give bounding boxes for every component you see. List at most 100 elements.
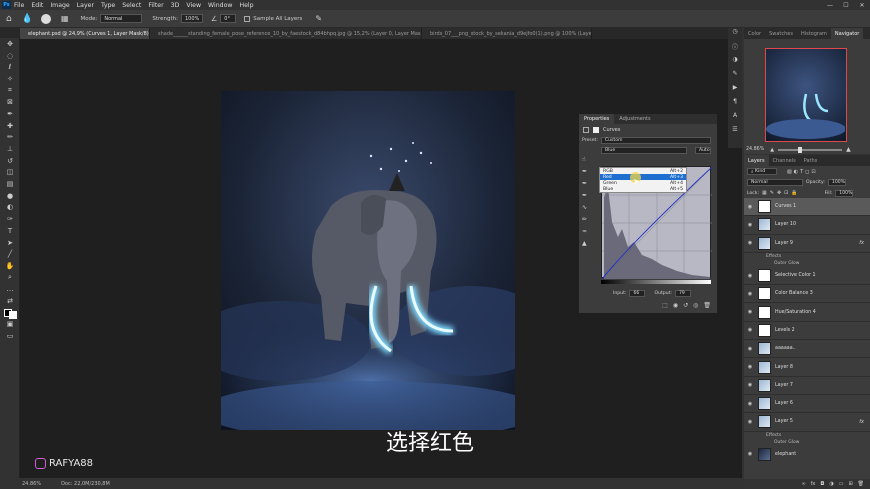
smudge-tool-icon[interactable]: 💧 (22, 14, 33, 24)
properties-icon[interactable]: ☰ (728, 126, 742, 140)
sample-all-checkbox[interactable] (244, 15, 251, 22)
auto-button[interactable]: Auto (695, 146, 711, 154)
menu-filter[interactable]: Filter (148, 2, 163, 9)
visibility-eye-icon[interactable]: ◉ (744, 382, 756, 388)
link-layers-icon[interactable]: ∞ (801, 481, 805, 487)
filter-smart-icon[interactable]: ⊡ (811, 169, 815, 175)
curve-edit-icon[interactable]: ∿ (582, 204, 596, 216)
menu-file[interactable]: File (14, 2, 24, 9)
visibility-eye-icon[interactable]: ◉ (744, 364, 756, 370)
marquee-tool-icon[interactable]: ◌ (0, 50, 20, 62)
layer-row[interactable]: ◉ Layer 8 (744, 358, 870, 377)
preset-select[interactable]: Custom (600, 136, 711, 144)
delete-layer-icon[interactable]: 🗑 (858, 481, 864, 487)
tab-adjustments[interactable]: Adjustments (614, 114, 655, 124)
line-tool-icon[interactable]: ╱ (0, 248, 20, 260)
layer-row[interactable]: ◉ Selective Color 1 (744, 267, 870, 286)
menu-window[interactable]: Window (208, 2, 232, 9)
crop-tool-icon[interactable]: ⌗ (0, 85, 20, 97)
layer-effects-icon[interactable]: fx (859, 240, 864, 246)
blur-tool-icon[interactable]: ● (0, 190, 20, 202)
eraser-icon[interactable]: ◫ (0, 167, 20, 179)
adjust-icon[interactable]: ◑ (728, 56, 742, 70)
tab-swatches[interactable]: Swatches (765, 28, 797, 39)
visibility-eye-icon[interactable]: ◉ (744, 401, 756, 407)
visibility-eye-icon[interactable]: ◉ (744, 222, 756, 228)
lock-pixels-icon[interactable]: ▦ (762, 190, 767, 196)
move-tool-icon[interactable]: ✥ (0, 38, 20, 50)
zoom-out-icon[interactable]: ▲ (770, 147, 774, 153)
white-point-eyedropper-icon[interactable]: ✒ (582, 192, 596, 204)
visibility-eye-icon[interactable]: ◉ (744, 451, 756, 457)
home-icon[interactable]: ⌂ (6, 14, 12, 24)
clone-stamp-icon[interactable]: ⊥ (0, 143, 20, 155)
dodge-tool-icon[interactable]: ◐ (0, 202, 20, 214)
clipping-warning-icon[interactable]: ▲ (582, 240, 596, 252)
frame-tool-icon[interactable]: ⊠ (0, 96, 20, 108)
view-previous-icon[interactable]: ◉ (673, 302, 678, 309)
gray-point-eyedropper-icon[interactable]: ✒ (582, 180, 596, 192)
zoom-tool-icon[interactable]: ⌕ (0, 272, 20, 284)
fill-input[interactable]: 100% (835, 189, 854, 197)
document-canvas[interactable] (221, 91, 515, 430)
menu-view[interactable]: View (186, 2, 201, 9)
visibility-eye-icon[interactable]: ◉ (744, 419, 756, 425)
screen-mode-icon[interactable]: ▭ (0, 330, 20, 342)
zoom-in-icon[interactable]: ▲ (846, 146, 851, 153)
input-field[interactable]: 66 (629, 290, 646, 297)
tab-paths[interactable]: Paths (800, 155, 822, 166)
brush-preset-icon[interactable] (40, 13, 51, 24)
pressure-icon[interactable]: ✎ (315, 14, 322, 23)
tab-color[interactable]: Color (744, 28, 765, 39)
filter-pixel-icon[interactable]: ▧ (787, 169, 792, 175)
tab-female-pose[interactable]: shade______standing_female_pose_referenc… (150, 28, 422, 39)
layer-effect-item[interactable]: Effects (744, 253, 870, 260)
filter-adjust-icon[interactable]: ◐ (794, 169, 798, 175)
pen-tool-icon[interactable]: ✑ (0, 213, 20, 225)
hand-tool-icon[interactable]: ✋ (0, 260, 20, 272)
layer-row[interactable]: ◉ Layer 10 (744, 216, 870, 235)
mask-icon[interactable] (593, 126, 599, 133)
brush-panel-icon[interactable]: ✎ (728, 70, 742, 84)
layer-effect-item[interactable]: Effects (744, 432, 870, 439)
filter-kind-select[interactable]: ⌕ Kind (747, 168, 777, 175)
menu-image[interactable]: Image (50, 2, 69, 9)
quick-select-icon[interactable]: ✧ (0, 73, 20, 85)
swap-colors-icon[interactable]: ⇄ (0, 295, 20, 307)
layer-row[interactable]: ◉ Layer 5 fx (744, 413, 870, 432)
mode-select[interactable]: Normal (100, 14, 143, 23)
lock-paint-icon[interactable]: ✎ (770, 190, 774, 196)
menu-type[interactable]: Type (101, 2, 115, 9)
layer-row[interactable]: ◉ Levels 2 (744, 322, 870, 341)
brush-settings-icon[interactable]: ▦ (61, 14, 69, 23)
delete-icon[interactable]: 🗑 (703, 302, 711, 309)
paragraph-icon[interactable]: ¶ (728, 98, 742, 112)
new-group-icon[interactable]: ▭ (839, 481, 844, 487)
layer-row[interactable]: ◉ aaaaaa.. (744, 340, 870, 359)
visibility-eye-icon[interactable]: ◉ (744, 240, 756, 246)
character-icon[interactable]: A (728, 112, 742, 126)
menu-3d[interactable]: 3D (171, 2, 180, 9)
target-adjust-icon[interactable]: ☝ (582, 156, 596, 168)
menu-edit[interactable]: Edit (31, 2, 43, 9)
layer-row[interactable]: ◉ Layer 6 (744, 395, 870, 414)
tab-properties[interactable]: Properties (579, 114, 615, 124)
layer-row[interactable]: ◉ Color Balance 3 (744, 285, 870, 304)
visibility-icon[interactable]: ◎ (693, 302, 698, 309)
black-point-eyedropper-icon[interactable]: ✒ (582, 168, 596, 180)
output-field[interactable]: 79 (674, 290, 691, 297)
menu-help[interactable]: Help (239, 2, 253, 9)
lock-move-icon[interactable]: ✥ (777, 190, 781, 196)
navigator-zoom[interactable]: 24.86% (746, 147, 764, 152)
tab-birds[interactable]: birds_07___png_stock_by_sekania_d9ejfo0(… (422, 28, 592, 39)
angle-input[interactable]: 0° (220, 14, 237, 23)
info-icon[interactable]: ⓘ (728, 42, 742, 56)
layer-row[interactable]: ◉ Curves 1 (744, 198, 870, 217)
zoom-slider[interactable] (778, 146, 843, 153)
visibility-eye-icon[interactable]: ◉ (744, 309, 756, 315)
lock-artboard-icon[interactable]: ⊡ (784, 190, 788, 196)
layer-row[interactable]: ◉ Hue/Saturation 4 (744, 303, 870, 322)
filter-shape-icon[interactable]: ◻ (805, 169, 809, 175)
visibility-eye-icon[interactable]: ◉ (744, 291, 756, 297)
filter-type-icon[interactable]: T (800, 169, 803, 175)
